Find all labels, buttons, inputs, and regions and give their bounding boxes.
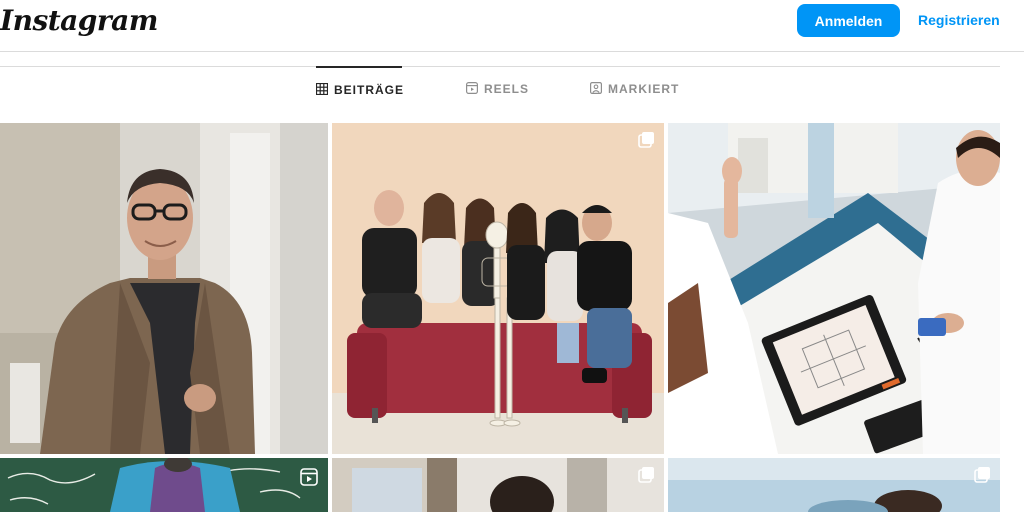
post-image-1 (0, 123, 328, 454)
tagged-icon (590, 81, 603, 97)
post-image-2 (332, 123, 664, 454)
tab-tagged-label: MARKIERT (608, 82, 680, 96)
post-image-4 (0, 458, 328, 512)
tab-tagged[interactable]: MARKIERT (590, 66, 679, 112)
post-tile-4[interactable] (0, 458, 328, 512)
post-tile-1[interactable] (0, 123, 328, 454)
reels-icon (466, 81, 479, 97)
post-tile-5[interactable] (332, 458, 664, 512)
post-image-5 (332, 458, 664, 512)
post-tile-3[interactable] (668, 123, 1000, 454)
top-navigation-bar: Instagram Anmelden Registrieren (0, 0, 1024, 52)
login-button[interactable]: Anmelden (797, 4, 900, 37)
instagram-logo[interactable]: Instagram (0, 4, 158, 37)
carousel-icon (974, 466, 992, 484)
post-image-6 (668, 458, 1000, 512)
tab-reels[interactable]: REELS (466, 66, 529, 112)
register-link[interactable]: Registrieren (918, 12, 1000, 28)
carousel-icon (638, 466, 656, 484)
reel-icon (300, 468, 318, 486)
tab-posts-label: BEITRÄGE (334, 83, 405, 97)
grid-icon (315, 82, 329, 98)
tab-reels-label: REELS (484, 82, 530, 96)
post-tile-6[interactable] (668, 458, 1000, 512)
post-image-3 (668, 123, 1000, 454)
post-tile-2[interactable] (332, 123, 664, 454)
carousel-icon (638, 131, 656, 149)
tab-posts[interactable]: BEITRÄGE (315, 66, 405, 112)
